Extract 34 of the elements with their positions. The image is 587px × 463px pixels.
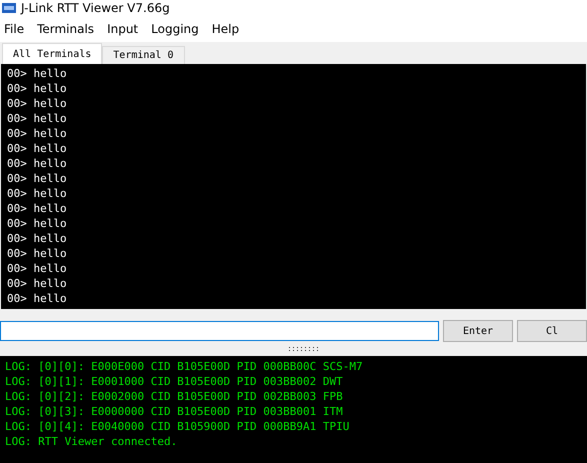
window-title: J-Link RTT Viewer V7.66g [21,0,170,16]
log-line: LOG: [0][4]: E0040000 CID B105900D PID 000BB9A1 TPIU [4,419,350,434]
terminal-line: 00> hello [6,81,67,96]
terminal-line: 00> hello [6,96,67,111]
menu-item[interactable]: Logging [147,22,206,36]
tab[interactable]: Terminal 0 [102,46,184,64]
terminal-line: 00> hello [6,171,67,186]
log-line: LOG: [0][0]: E000E000 CID B105E00D PID 000BB00C SCS-M7 [4,359,363,374]
menu-item[interactable]: Terminals [33,22,102,36]
terminal-line: 00> hello [6,126,67,141]
tab[interactable]: All Terminals [2,43,102,64]
input-field[interactable] [0,321,439,341]
terminal-line: 00> hello [6,246,67,261]
terminal-line: 00> hello [6,66,67,81]
log-line: LOG: [0][1]: E0001000 CID B105E00D PID 003BB002 DWT [4,374,343,389]
terminal-line: 00> hello [6,216,67,231]
terminal-line: 00> hello [6,156,67,171]
log-line: LOG: [0][2]: E0002000 CID B105E00D PID 002BB003 FPB [4,389,343,404]
menu-item[interactable]: File [0,22,32,36]
app-icon [2,3,16,13]
terminal-line: 00> hello [6,201,67,216]
input-button[interactable]: Enter [443,320,513,342]
log-line: LOG: [0][3]: E0000000 CID B105E00D PID 003BB001 ITM [4,404,343,419]
input-button[interactable]: Cl [517,320,587,342]
terminal-line: 00> hello [6,141,67,156]
menu-item[interactable]: Help [208,22,246,36]
terminal-line: 00> hello [6,276,67,291]
terminal-line: 00> hello [6,111,67,126]
terminal-line: 00> hello [6,186,67,201]
terminal-line: 00> hello [6,291,67,306]
log-line: LOG: RTT Viewer connected. [4,434,178,449]
terminal-line: 00> hello [6,231,67,246]
terminal-line: 00> hello [6,261,67,276]
menu-item[interactable]: Input [103,22,146,36]
